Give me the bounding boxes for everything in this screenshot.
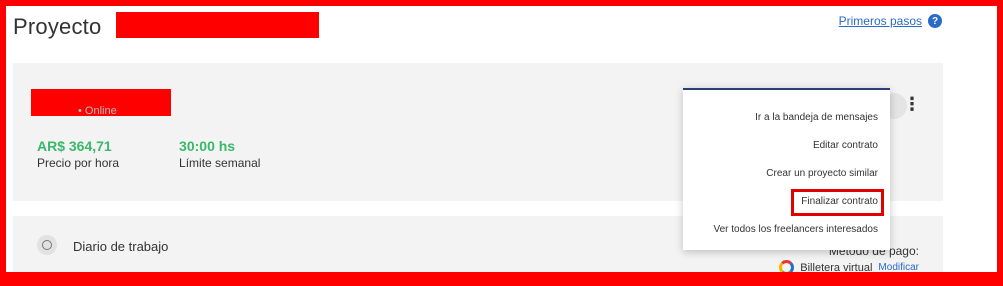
page: Proyecto Primeros pasos ? • Online AR$ 3… <box>6 6 997 272</box>
contract-options-menu: Ir a la bandeja de mensajes Editar contr… <box>683 88 890 250</box>
online-status: • Online <box>78 105 117 117</box>
modify-payment-link[interactable]: Modificar <box>878 262 919 272</box>
question-icon[interactable]: ? <box>928 14 942 28</box>
menu-item-similar-project[interactable]: Crear un proyecto similar <box>766 168 878 179</box>
clock-icon <box>37 235 57 255</box>
weekly-limit-label: Límite semanal <box>179 156 261 170</box>
freelancer-stats: AR$ 364,71 Precio por hora 30:00 hs Lími… <box>37 138 260 170</box>
menu-item-inbox[interactable]: Ir a la bandeja de mensajes <box>755 112 878 123</box>
primeros-pasos-link[interactable]: Primeros pasos <box>839 14 922 28</box>
worklog-label[interactable]: Diario de trabajo <box>73 239 168 254</box>
menu-item-edit-contract[interactable]: Editar contrato <box>813 140 878 151</box>
payment-method: Billetera virtual Modificar <box>779 260 919 272</box>
hourly-rate: AR$ 364,71 Precio por hora <box>37 138 119 170</box>
weekly-limit-value: 30:00 hs <box>179 138 236 154</box>
page-title: Proyecto <box>13 14 102 39</box>
payment-method-value: Billetera virtual <box>800 261 873 273</box>
weekly-limit: 30:00 hs Límite semanal <box>179 138 260 170</box>
redaction-title <box>116 12 319 38</box>
hourly-rate-label: Precio por hora <box>37 156 120 170</box>
help-link-group[interactable]: Primeros pasos ? <box>839 14 942 28</box>
highlight-box-end-contract <box>791 189 884 216</box>
hourly-rate-value: AR$ 364,71 <box>37 138 112 154</box>
menu-item-view-freelancers[interactable]: Ver todos los freelancers interesados <box>713 224 878 235</box>
more-options-icon[interactable]: ⋮ <box>903 95 921 113</box>
wallet-icon <box>779 260 795 272</box>
